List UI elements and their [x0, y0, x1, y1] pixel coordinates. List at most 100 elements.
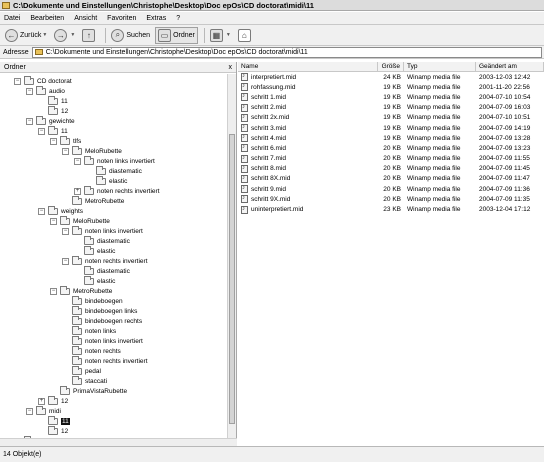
file-row[interactable]: schritt 2.mid 19 KB Winamp media file 2004-…: [238, 103, 544, 113]
file-row[interactable]: schritt 2x.mid 19 KB Winamp media file 2004…: [238, 113, 544, 123]
column-date[interactable]: Geändert am: [476, 62, 544, 71]
tree-item[interactable]: noten rechts invertiert: [62, 355, 148, 366]
tree-item[interactable]: diastematic: [74, 265, 130, 276]
file-row[interactable]: schritt 8.mid 20 KB Winamp media file 2004-…: [238, 164, 544, 174]
address-field[interactable]: C:\Dokumente und Einstellungen\Christoph…: [31, 46, 542, 58]
tree-item[interactable]: noten links invertiert: [62, 335, 143, 346]
tree-item[interactable]: 12: [38, 425, 68, 436]
tree-item[interactable]: + noten rechts invertiert: [74, 185, 160, 196]
collapse-icon[interactable]: −: [26, 117, 33, 125]
column-size[interactable]: Größe: [378, 62, 404, 71]
column-name[interactable]: Name: [238, 62, 378, 71]
horizontal-scrollbar[interactable]: [0, 438, 237, 446]
expand-icon[interactable]: +: [38, 397, 45, 405]
collapse-icon[interactable]: −: [62, 257, 69, 265]
tree-item[interactable]: elastic: [86, 175, 127, 186]
tree-item[interactable]: diastematic: [74, 235, 130, 246]
tree-item[interactable]: − noten links invertiert: [62, 225, 143, 236]
vertical-scrollbar[interactable]: [227, 74, 236, 446]
file-name: schritt 9.mid: [238, 184, 378, 194]
tree-item[interactable]: noten links: [62, 325, 116, 336]
back-button[interactable]: ← Zurück ▼: [3, 27, 49, 44]
tree-item[interactable]: bindeboegen links: [62, 305, 137, 316]
tree-item[interactable]: MetroRubette: [62, 195, 124, 206]
file-row[interactable]: schritt 3.mid 19 KB Winamp media file 2004-…: [238, 123, 544, 133]
file-row[interactable]: schritt 9.mid 20 KB Winamp media file 2004-…: [238, 184, 544, 194]
forward-button[interactable]: → ▼: [52, 27, 77, 44]
tree-item[interactable]: − CD doctorat: [14, 75, 72, 86]
tree-item[interactable]: 11: [38, 95, 68, 106]
menu-ansicht[interactable]: Ansicht: [74, 15, 97, 22]
file-row[interactable]: schritt 1.mid 19 KB Winamp media file 2004-…: [238, 92, 544, 102]
tree-item-label: gewichte: [49, 117, 75, 125]
tree-item[interactable]: − noten rechts invertiert: [62, 255, 148, 266]
tree-item[interactable]: PrimaVistaRubette: [50, 385, 127, 396]
tree-item[interactable]: − noten links invertiert: [74, 155, 155, 166]
search-button[interactable]: ⌕ Suchen: [109, 27, 152, 44]
menu-extras[interactable]: Extras: [146, 15, 166, 22]
menu-help[interactable]: ?: [176, 15, 180, 22]
tree-item[interactable]: +12: [38, 395, 68, 406]
chevron-down-icon[interactable]: ▼: [42, 32, 47, 38]
tree-item[interactable]: − audio: [26, 85, 65, 96]
collapse-icon[interactable]: −: [62, 147, 69, 155]
file-row[interactable]: schritt 9X.mid 20 KB Winamp media file 2004…: [238, 194, 544, 204]
tree-item[interactable]: pedal: [62, 365, 101, 376]
home-button[interactable]: ⌂: [236, 27, 255, 44]
collapse-icon[interactable]: −: [26, 407, 33, 415]
tree-item[interactable]: − gewichte: [26, 115, 75, 126]
tree-item[interactable]: 12: [38, 105, 68, 116]
tree-item[interactable]: − tlfs: [50, 135, 81, 146]
file-name: schritt 6.mid: [238, 143, 378, 153]
menu-favoriten[interactable]: Favoriten: [107, 15, 136, 22]
tree-item-label: weights: [61, 207, 84, 215]
tree-item[interactable]: − MetroRubette: [50, 285, 112, 296]
tree-item[interactable]: bindeboegen: [62, 295, 123, 306]
expand-icon[interactable]: +: [74, 187, 81, 195]
tree-item[interactable]: − weights: [38, 205, 84, 216]
views-button[interactable]: ▦ ▼: [208, 27, 233, 44]
tree-item[interactable]: staccati: [62, 375, 107, 386]
folders-button[interactable]: ▭ Ordner: [155, 26, 198, 44]
title-bar[interactable]: C:\Dokumente und Einstellungen\Christoph…: [0, 0, 544, 11]
tree-item[interactable]: elastic: [74, 245, 115, 256]
file-name-text: schritt 4.mid: [251, 134, 287, 142]
file-type: Winamp media file: [404, 92, 476, 102]
collapse-icon[interactable]: −: [50, 137, 57, 145]
folder-icon: [72, 295, 82, 305]
up-button[interactable]: ↑: [80, 27, 99, 44]
tree-item[interactable]: noten rechts: [62, 345, 121, 356]
scrollbar-thumb[interactable]: [229, 134, 235, 424]
tree-item[interactable]: bindeboegen rechts: [62, 315, 142, 326]
collapse-icon[interactable]: −: [74, 157, 81, 165]
tree-item[interactable]: − 11: [38, 125, 68, 136]
tree-item[interactable]: elastic: [74, 275, 115, 286]
collapse-icon[interactable]: −: [14, 77, 21, 85]
tree-item[interactable]: 11: [38, 415, 70, 426]
tree-item[interactable]: diastematic: [86, 165, 142, 176]
file-row[interactable]: schritt 4.mid 19 KB Winamp media file 2004-…: [238, 133, 544, 143]
midi-file-icon: [241, 154, 248, 163]
collapse-icon[interactable]: −: [62, 227, 69, 235]
file-row[interactable]: interpretiert.mid 24 KB Winamp media file 2…: [238, 72, 544, 82]
tree-item[interactable]: − MeloRubette: [50, 215, 110, 226]
chevron-down-icon[interactable]: ▼: [226, 32, 231, 38]
close-icon[interactable]: x: [229, 64, 233, 71]
file-row[interactable]: schritt 6.mid 20 KB Winamp media file 2004-…: [238, 143, 544, 153]
collapse-icon[interactable]: −: [38, 207, 45, 215]
chevron-down-icon[interactable]: ▼: [70, 32, 75, 38]
column-type[interactable]: Typ: [404, 62, 476, 71]
collapse-icon[interactable]: −: [26, 87, 33, 95]
file-date: 2004-07-09 11:55: [476, 154, 544, 164]
file-row[interactable]: rohfassung.mid 19 KB Winamp media file 2001…: [238, 82, 544, 92]
menu-datei[interactable]: Datei: [4, 15, 20, 22]
collapse-icon[interactable]: −: [50, 217, 57, 225]
collapse-icon[interactable]: −: [38, 127, 45, 135]
file-row[interactable]: schritt 7.mid 20 KB Winamp media file 2004-…: [238, 154, 544, 164]
collapse-icon[interactable]: −: [50, 287, 57, 295]
file-row[interactable]: uninterpretiert.mid 23 KB Winamp media fil…: [238, 204, 544, 214]
menu-bearbeiten[interactable]: Bearbeiten: [30, 15, 64, 22]
tree-item[interactable]: − MeloRubette: [62, 145, 122, 156]
tree-item[interactable]: − midi: [26, 405, 61, 416]
file-row[interactable]: schritt 8X.mid 20 KB Winamp media file 2004…: [238, 174, 544, 184]
